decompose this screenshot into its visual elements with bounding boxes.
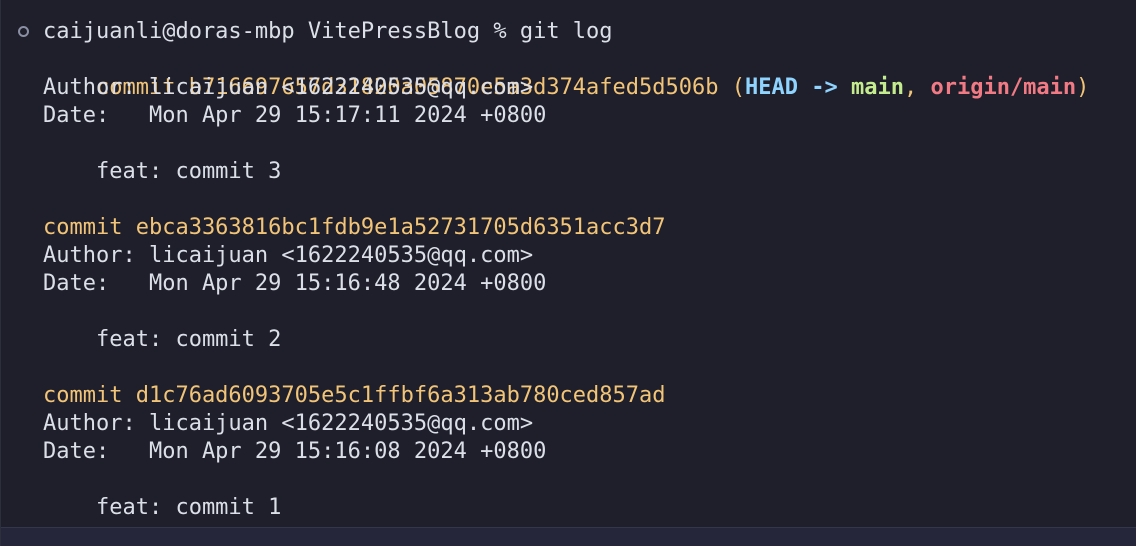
ref-branch-main: main: [850, 75, 904, 100]
author-line: Author: licaijuan <1622240535@qq.com>: [43, 411, 534, 436]
ref-arrow: ->: [798, 75, 851, 100]
ref-comma: ,: [903, 75, 931, 100]
ref-open-paren: (: [731, 75, 746, 100]
ref-origin-main: origin/main: [930, 75, 1077, 100]
commit-line: commit b716697657d31820a05870e5a3d374afe…: [43, 46, 1089, 100]
ref-head: HEAD: [745, 75, 798, 100]
terminal-window[interactable]: caijuanli@doras-mbp VitePressBlog % git …: [0, 0, 1136, 546]
prompt-marker-icon: [18, 26, 29, 37]
commit-line: commit ebca3363816bc1fdb9e1a52731705d635…: [43, 215, 666, 240]
commit-message: feat: commit 2: [43, 327, 282, 352]
terminal-bottom-bar: [1, 527, 1136, 546]
author-line: Author: licaijuan <1622240535@qq.com>: [43, 243, 534, 268]
commit-message: feat: commit 1: [43, 495, 282, 520]
author-line: Author: licaijuan <1622240535@qq.com>: [43, 75, 534, 100]
commit-message: feat: commit 3: [43, 159, 282, 184]
date-line: Date: Mon Apr 29 15:17:11 2024 +0800: [43, 103, 547, 128]
command-prompt-line: caijuanli@doras-mbp VitePressBlog % git …: [43, 19, 613, 44]
commit-line: commit d1c76ad6093705e5c1ffbf6a313ab780c…: [43, 383, 666, 408]
ref-close-paren: ): [1076, 75, 1090, 100]
date-line: Date: Mon Apr 29 15:16:48 2024 +0800: [43, 271, 547, 296]
date-line: Date: Mon Apr 29 15:16:08 2024 +0800: [43, 439, 547, 464]
